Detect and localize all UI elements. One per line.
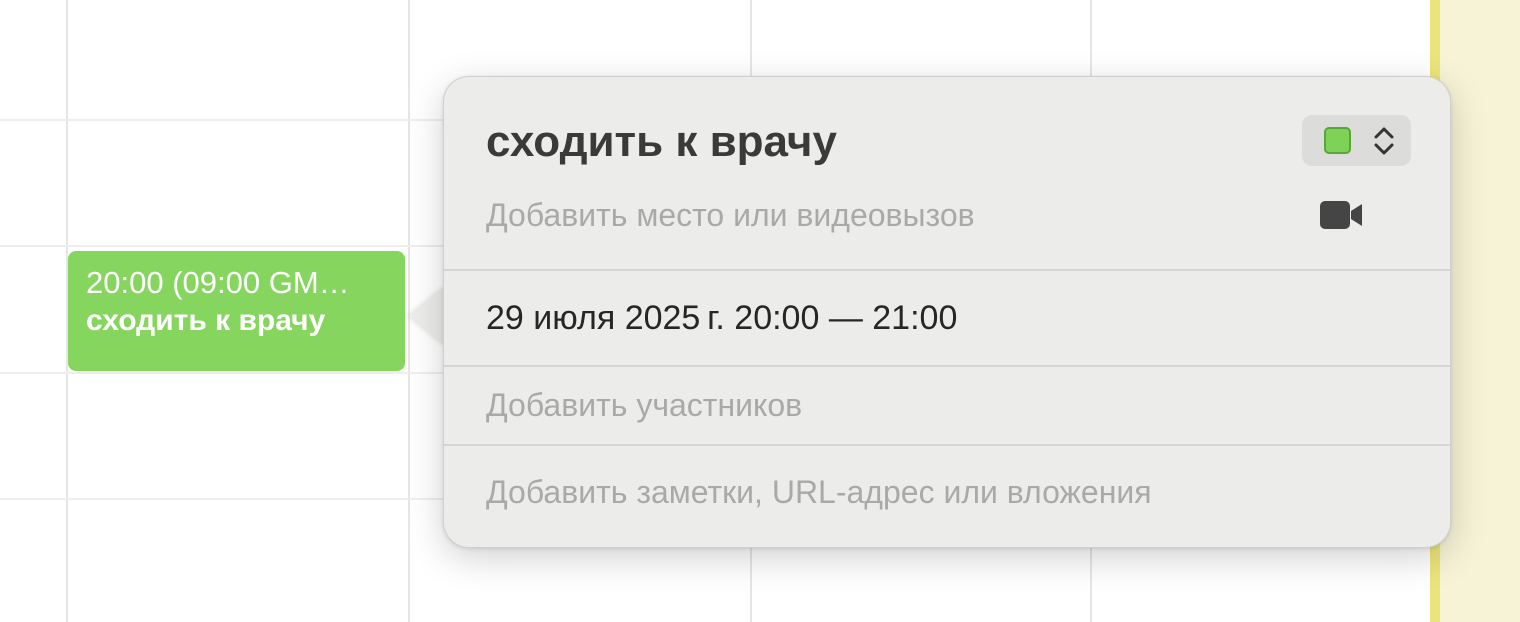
popover-pointer (409, 286, 445, 346)
section-divider (444, 365, 1450, 367)
calendar-color-swatch (1324, 127, 1351, 154)
calendar-event[interactable]: 20:00 (09:00 GM… сходить к врачу (68, 251, 405, 371)
calendar-color-picker[interactable] (1302, 115, 1411, 166)
notes-field[interactable]: Добавить заметки, URL-адрес или вложения (486, 474, 1152, 511)
location-field[interactable]: Добавить место или видеовызов (486, 197, 975, 234)
event-title: сходить к врачу (86, 304, 326, 337)
event-title-field[interactable]: сходить к врачу (486, 117, 837, 167)
event-datetime[interactable]: 29 июля 2025 г. 20:00 — 21:00 (486, 299, 957, 338)
event-time: 20:00 (09:00 GM… (86, 265, 350, 300)
calendar-week-view: 20:00 (09:00 GM… сходить к врачу сходить… (0, 0, 1520, 622)
section-divider (444, 444, 1450, 446)
invitees-field[interactable]: Добавить участников (486, 387, 802, 424)
event-details-popover: сходить к врачу Добавить место или видео… (443, 76, 1451, 548)
video-camera-icon[interactable] (1320, 201, 1364, 229)
section-divider (444, 269, 1450, 271)
chevron-up-down-icon (1374, 127, 1394, 155)
